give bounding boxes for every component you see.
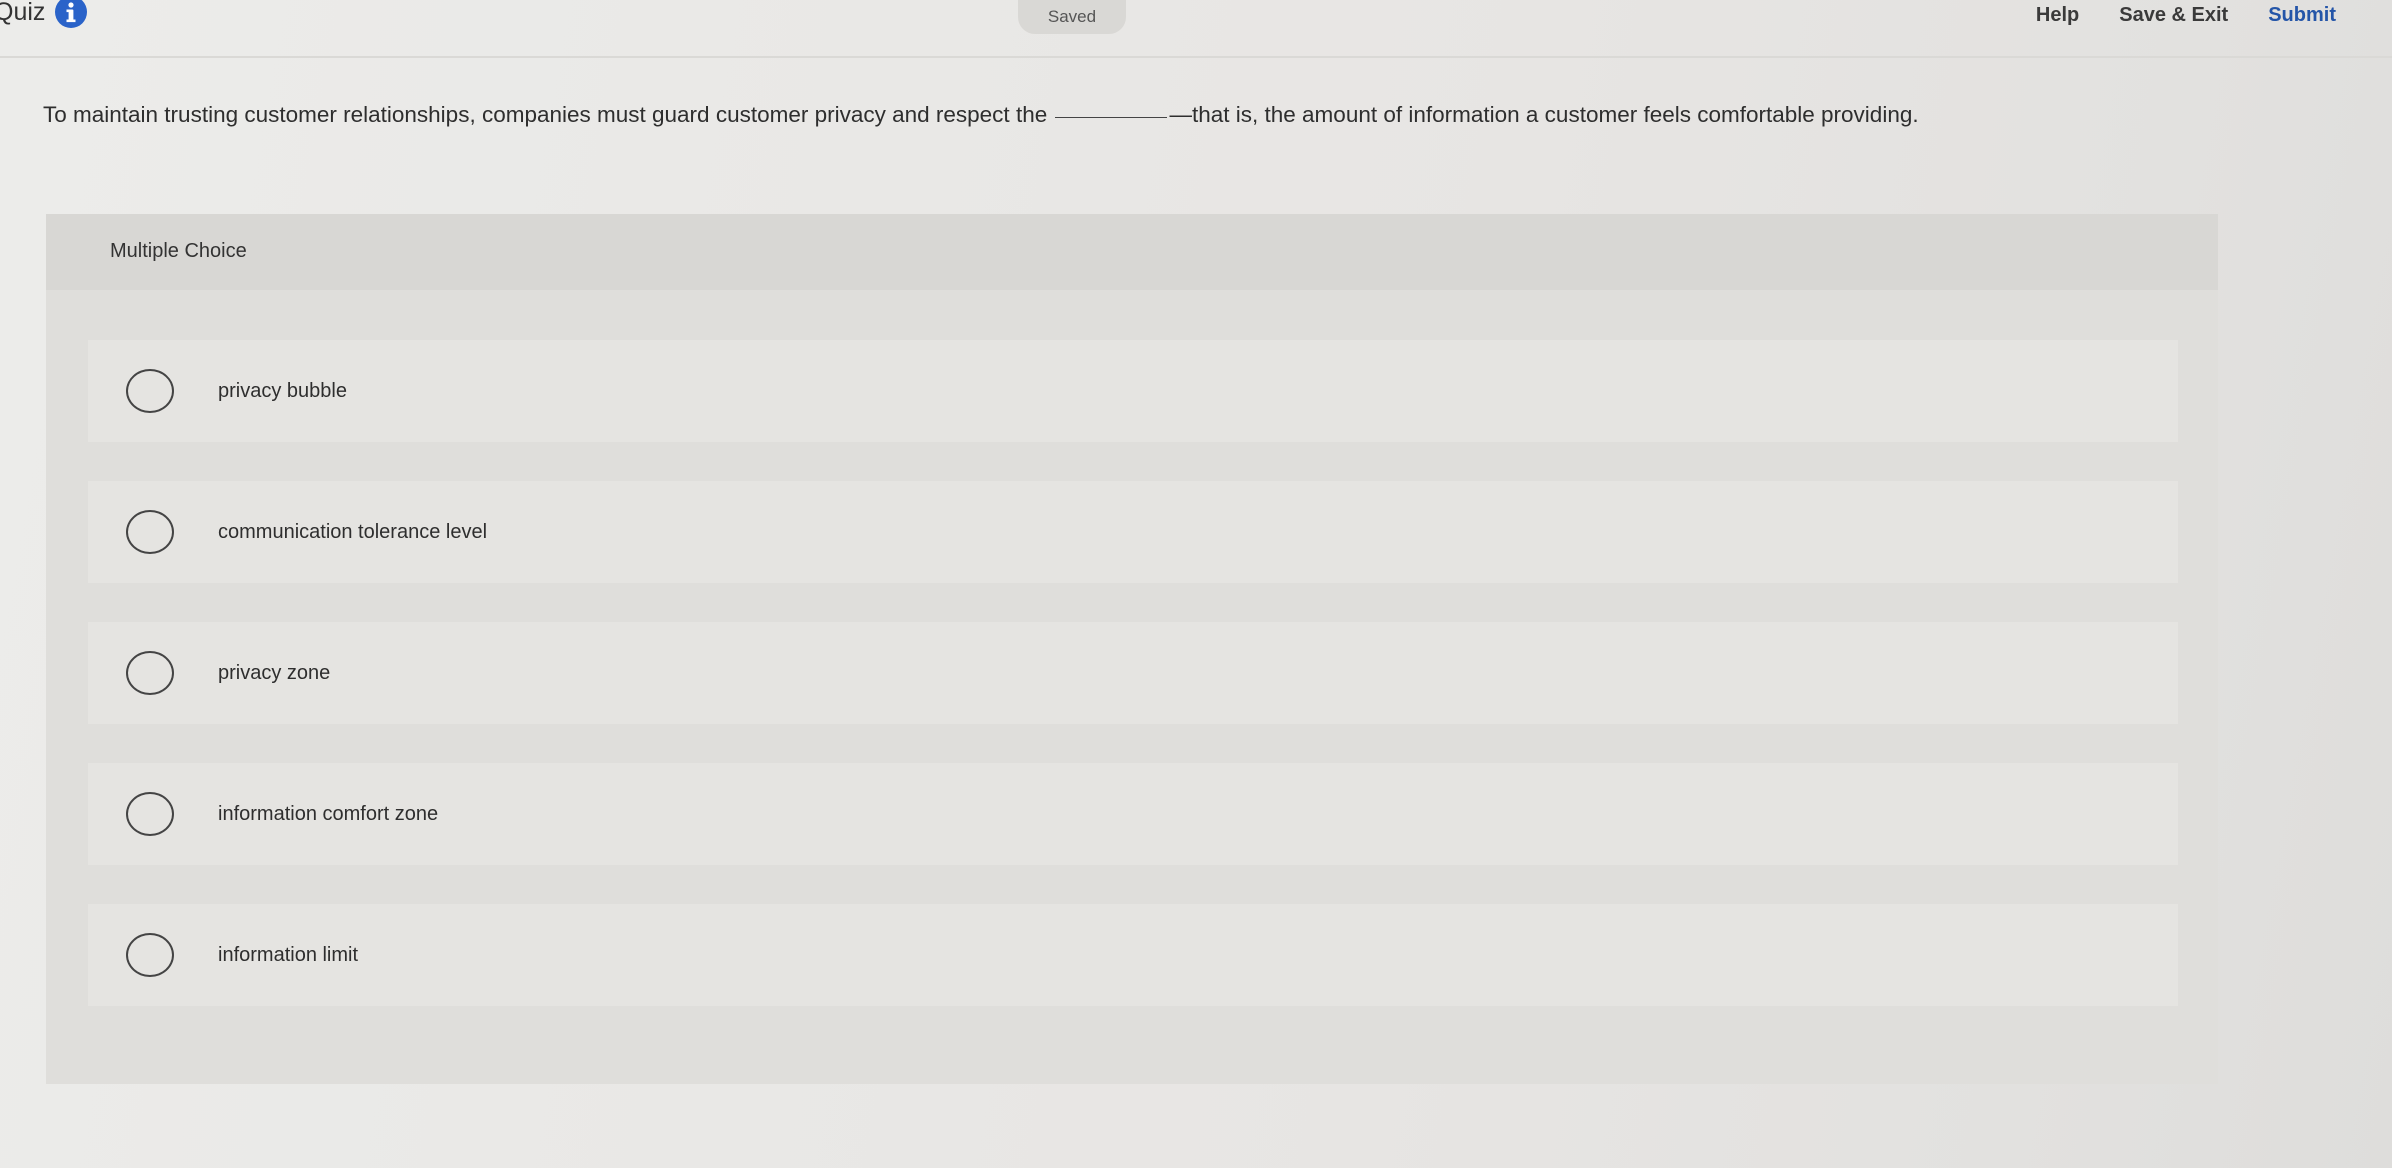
choice-option[interactable]: information comfort zone bbox=[88, 763, 2178, 865]
multiple-choice-panel: Multiple Choice privacy bubble communica… bbox=[46, 214, 2218, 1084]
help-link[interactable]: Help bbox=[2036, 4, 2079, 27]
question-text-after: —that is, the amount of information a cu… bbox=[1169, 102, 1919, 127]
multiple-choice-label: Multiple Choice bbox=[110, 240, 247, 262]
submit-link[interactable]: Submit bbox=[2268, 4, 2336, 27]
radio-button[interactable] bbox=[126, 651, 174, 695]
choice-label: information limit bbox=[218, 943, 359, 966]
save-exit-link[interactable]: Save & Exit bbox=[2119, 4, 2228, 27]
choice-label: privacy zone bbox=[218, 661, 331, 684]
multiple-choice-header: Multiple Choice bbox=[46, 214, 2218, 290]
choice-label: communication tolerance level bbox=[218, 520, 488, 543]
answer-blank bbox=[1055, 117, 1168, 118]
question-text-before: To maintain trusting customer relationsh… bbox=[43, 102, 1048, 127]
choice-option[interactable]: information limit bbox=[88, 904, 2178, 1006]
choice-option[interactable]: communication tolerance level bbox=[88, 481, 2178, 583]
info-icon[interactable] bbox=[55, 0, 88, 28]
quiz-header: Quiz bbox=[0, 0, 88, 28]
choice-option[interactable]: privacy bubble bbox=[88, 340, 2178, 442]
choice-option[interactable]: privacy zone bbox=[88, 622, 2178, 724]
choice-list: privacy bubble communication tolerance l… bbox=[88, 340, 2178, 1045]
top-actions: Help Save & Exit Submit bbox=[2036, 0, 2336, 30]
saved-status-badge: Saved bbox=[1018, 0, 1126, 34]
radio-button[interactable] bbox=[126, 369, 174, 413]
top-bar: Quiz Saved Help Save & Exit Submit bbox=[0, 0, 2392, 58]
radio-button[interactable] bbox=[126, 510, 174, 554]
radio-button[interactable] bbox=[126, 792, 174, 836]
question-prompt: To maintain trusting customer relationsh… bbox=[43, 102, 2343, 128]
choice-label: information comfort zone bbox=[218, 802, 439, 825]
choice-label: privacy bubble bbox=[218, 379, 347, 402]
radio-button[interactable] bbox=[126, 933, 174, 977]
quiz-title: Quiz bbox=[0, 0, 46, 26]
